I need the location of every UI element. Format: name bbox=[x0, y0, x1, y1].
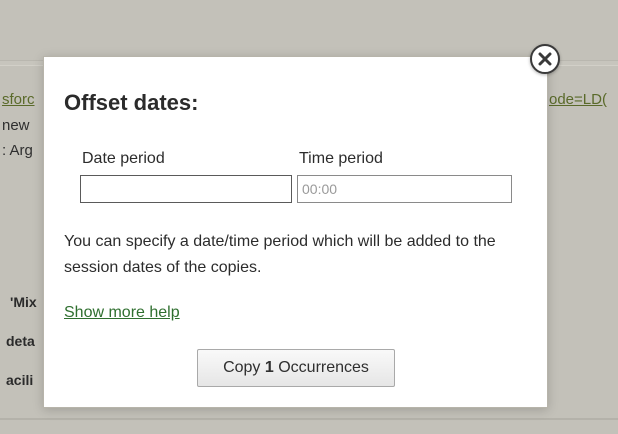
background-text-arg: : Arg bbox=[2, 142, 33, 159]
background-link-left: sforc bbox=[2, 91, 35, 108]
dialog-title: Offset dates: bbox=[64, 90, 199, 115]
help-text: You can specify a date/time period which… bbox=[64, 233, 496, 276]
copy-button-prefix: Copy bbox=[223, 359, 265, 376]
copy-button-suffix: Occurrences bbox=[273, 359, 369, 376]
time-period-input[interactable] bbox=[297, 175, 512, 203]
close-dialog-button[interactable] bbox=[530, 44, 560, 74]
copy-occurrences-button[interactable]: Copy 1 Occurrences bbox=[197, 349, 395, 387]
background-text-new: new bbox=[2, 117, 30, 134]
time-period-label: Time period bbox=[299, 150, 383, 167]
background-text-mix: 'Mix bbox=[10, 294, 37, 310]
date-period-label: Date period bbox=[82, 150, 165, 167]
background-link-right: ode=LD( bbox=[549, 91, 607, 108]
date-period-input[interactable] bbox=[80, 175, 292, 203]
background-header bbox=[0, 0, 618, 60]
show-more-help-link[interactable]: Show more help bbox=[64, 304, 180, 322]
close-icon bbox=[538, 52, 552, 66]
background-bottom-divider bbox=[0, 418, 618, 420]
background-text-deta: deta bbox=[6, 333, 35, 349]
background-text-acili: acili bbox=[6, 372, 34, 388]
offset-dates-dialog: Offset dates: Date period Time period Yo… bbox=[43, 56, 548, 408]
copy-button-count: 1 bbox=[264, 359, 274, 376]
